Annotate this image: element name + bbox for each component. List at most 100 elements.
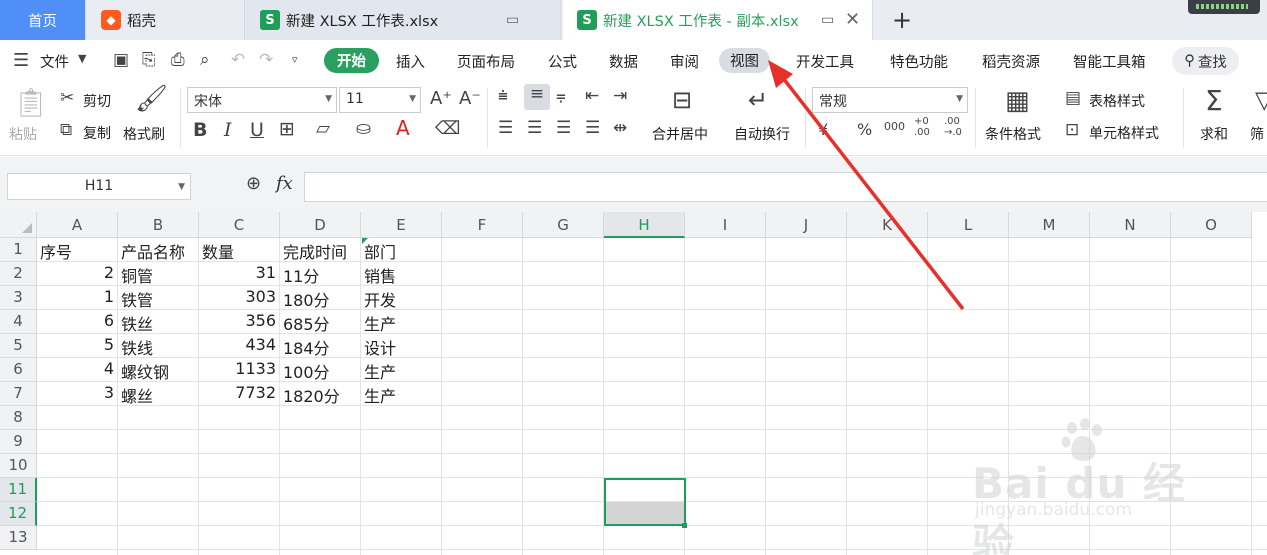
font-color-icon[interactable]: A: [396, 116, 410, 140]
cell-c6[interactable]: 1133: [199, 358, 279, 382]
cell-b6[interactable]: 螺纹钢: [118, 358, 198, 382]
cell-d6[interactable]: 100分: [280, 358, 360, 382]
wrap-text-label[interactable]: 自动换行: [734, 124, 790, 144]
chevron-down-icon[interactable]: ▼: [78, 52, 86, 65]
cell-d5[interactable]: 184分: [280, 334, 360, 358]
row-header-11[interactable]: 11: [0, 478, 37, 502]
menu-developer[interactable]: 开发工具: [796, 51, 854, 72]
align-middle-icon[interactable]: ≡: [524, 84, 550, 110]
name-box[interactable]: H11 ▼: [7, 173, 191, 200]
menu-page-layout[interactable]: 页面布局: [457, 51, 515, 72]
row-header-5[interactable]: 5: [0, 334, 37, 358]
cell-b4[interactable]: 铁丝: [118, 310, 198, 334]
sum-icon[interactable]: Σ: [1205, 84, 1223, 117]
cell-e5[interactable]: 设计: [361, 334, 441, 358]
underline-icon[interactable]: U: [250, 119, 264, 141]
format-painter-label[interactable]: 格式刷: [123, 124, 165, 144]
row-header-12[interactable]: 12: [0, 502, 37, 526]
pin-icon[interactable]: ▭: [821, 12, 834, 28]
cell-c3[interactable]: 303: [199, 286, 279, 310]
cell-d2[interactable]: 11分: [280, 262, 360, 286]
row-header-13[interactable]: 13: [0, 526, 37, 550]
copy-icon[interactable]: ⧉: [60, 120, 72, 140]
column-header-b[interactable]: B: [118, 212, 199, 238]
sum-label[interactable]: 求和: [1200, 124, 1228, 144]
row-header-9[interactable]: 9: [0, 430, 37, 454]
justify-icon[interactable]: ☰: [585, 118, 600, 138]
menu-daoke-resources[interactable]: 稻壳资源: [982, 51, 1040, 72]
menu-start[interactable]: 开始: [324, 48, 379, 73]
cell-a5[interactable]: 5: [37, 334, 117, 358]
bold-icon[interactable]: B: [193, 119, 207, 141]
cut-label[interactable]: 剪切: [83, 91, 111, 111]
column-header-h[interactable]: H: [604, 212, 685, 238]
customize-icon[interactable]: ▿: [292, 53, 298, 66]
filter-icon[interactable]: ▽: [1255, 86, 1267, 114]
menu-view[interactable]: 视图: [719, 48, 770, 73]
currency-icon[interactable]: ¥: [818, 120, 828, 139]
redo-icon[interactable]: ↷: [259, 50, 273, 70]
cell-c2[interactable]: 31: [199, 262, 279, 286]
cell-a6[interactable]: 4: [37, 358, 117, 382]
cell-e2[interactable]: 销售: [361, 262, 441, 286]
filter-label[interactable]: 筛: [1250, 124, 1264, 144]
export-icon[interactable]: ⎘: [142, 50, 156, 70]
new-tab-button[interactable]: +: [892, 6, 912, 34]
cell-a3[interactable]: 1: [37, 286, 117, 310]
cell-c1[interactable]: 数量: [199, 238, 279, 262]
cell-c4[interactable]: 356: [199, 310, 279, 334]
align-right-icon[interactable]: ☰: [556, 118, 571, 138]
menu-formula[interactable]: 公式: [548, 51, 577, 72]
decrease-font-icon[interactable]: A⁻: [459, 88, 481, 109]
indent-icon[interactable]: ⇥: [613, 86, 627, 106]
cell-d7[interactable]: 1820分: [280, 382, 360, 406]
cell-b7[interactable]: 螺丝: [118, 382, 198, 406]
cell-b3[interactable]: 铁管: [118, 286, 198, 310]
distribute-icon[interactable]: ⇹: [613, 118, 627, 138]
tab-file2[interactable]: S 新建 XLSX 工作表 - 副本.xlsx ▭ ✕: [563, 0, 873, 40]
column-header-g[interactable]: G: [523, 212, 604, 238]
copy-label[interactable]: 复制: [83, 123, 111, 143]
save-icon[interactable]: ▣: [113, 50, 129, 70]
thousands-icon[interactable]: 000: [884, 120, 905, 133]
print-icon[interactable]: ⎙: [171, 50, 185, 70]
column-header-j[interactable]: J: [766, 212, 847, 238]
font-name-select[interactable]: 宋体 ▼: [187, 87, 337, 113]
print-preview-icon[interactable]: ⌕: [200, 50, 210, 70]
row-header-2[interactable]: 2: [0, 262, 37, 286]
paste-icon[interactable]: 📋︎: [13, 86, 49, 119]
increase-font-icon[interactable]: A⁺: [430, 88, 452, 109]
menu-file[interactable]: 文件: [40, 51, 69, 72]
format-painter-icon[interactable]: 🖌︎: [135, 84, 168, 114]
cell-c5[interactable]: 434: [199, 334, 279, 358]
table-style-icon[interactable]: ▤: [1065, 88, 1081, 108]
cell-b5[interactable]: 铁线: [118, 334, 198, 358]
merge-center-icon[interactable]: ⊟: [672, 86, 692, 114]
align-top-icon[interactable]: ⩧: [498, 86, 508, 106]
column-header-n[interactable]: N: [1090, 212, 1171, 238]
column-header-i[interactable]: I: [685, 212, 766, 238]
row-header-10[interactable]: 10: [0, 454, 37, 478]
cell-d3[interactable]: 180分: [280, 286, 360, 310]
column-header-m[interactable]: M: [1009, 212, 1090, 238]
menu-features[interactable]: 特色功能: [890, 51, 948, 72]
selection-box[interactable]: [604, 478, 686, 526]
cell-a7[interactable]: 3: [37, 382, 117, 406]
cell-e3[interactable]: 开发: [361, 286, 441, 310]
row-header-8[interactable]: 8: [0, 406, 37, 430]
tab-home[interactable]: 首页: [0, 0, 86, 40]
row-header-3[interactable]: 3: [0, 286, 37, 310]
merge-center-label[interactable]: 合并居中: [652, 124, 708, 144]
cell-e7[interactable]: 生产: [361, 382, 441, 406]
cell-c7[interactable]: 7732: [199, 382, 279, 406]
cell-a4[interactable]: 6: [37, 310, 117, 334]
cell-d1[interactable]: 完成时间: [280, 238, 360, 262]
align-center-icon[interactable]: ☰: [527, 118, 542, 138]
column-header-o[interactable]: O: [1171, 212, 1252, 238]
formula-input[interactable]: [304, 172, 1267, 202]
pin-icon[interactable]: ▭: [506, 12, 519, 28]
search-button[interactable]: ⚲ 查找: [1172, 47, 1239, 75]
decrease-decimal-icon[interactable]: .00 →.0: [944, 116, 962, 138]
column-header-d[interactable]: D: [280, 212, 361, 238]
undo-icon[interactable]: ↶: [231, 50, 245, 70]
